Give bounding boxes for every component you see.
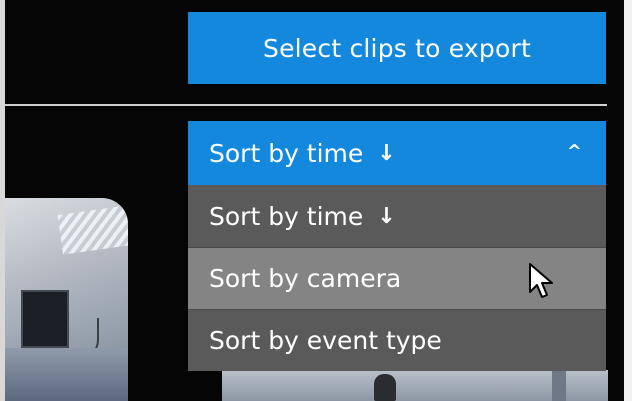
- divider: [5, 104, 607, 106]
- sort-option-event-type[interactable]: Sort by event type: [188, 309, 606, 371]
- sort-option-time[interactable]: Sort by time ↓: [188, 185, 606, 247]
- thumbnail-monitor: [21, 290, 69, 348]
- clip-thumbnail[interactable]: [5, 198, 128, 401]
- sort-option-label: Sort by time: [209, 201, 364, 231]
- sort-dropdown[interactable]: Sort by time ↓ ^ Sort by time ↓ Sort by …: [188, 121, 606, 371]
- sort-current-label: Sort by time: [209, 138, 364, 168]
- thumbnail-ceiling-light: [57, 205, 128, 255]
- sort-dropdown-toggle[interactable]: Sort by time ↓ ^: [188, 121, 606, 185]
- sort-option-label: Sort by event type: [209, 326, 442, 355]
- mouse-cursor-icon: [529, 263, 553, 298]
- clip-thumbnail[interactable]: [222, 370, 608, 401]
- arrow-down-icon: ↓: [377, 140, 396, 166]
- select-clips-to-export-button[interactable]: Select clips to export: [188, 12, 606, 84]
- thumbnail-post: [552, 370, 566, 401]
- arrow-down-icon: ↓: [377, 203, 396, 229]
- export-button-label: Select clips to export: [263, 33, 531, 63]
- chevron-up-icon[interactable]: ^: [567, 141, 582, 162]
- thumbnail-person: [374, 374, 396, 401]
- thumbnail-desk: [5, 348, 128, 401]
- sort-option-camera[interactable]: Sort by camera: [188, 247, 606, 309]
- window-right-edge: [624, 0, 632, 401]
- app-window: Select clips to export Sort by time ↓ ^ …: [0, 0, 632, 401]
- sort-option-label: Sort by camera: [209, 264, 402, 293]
